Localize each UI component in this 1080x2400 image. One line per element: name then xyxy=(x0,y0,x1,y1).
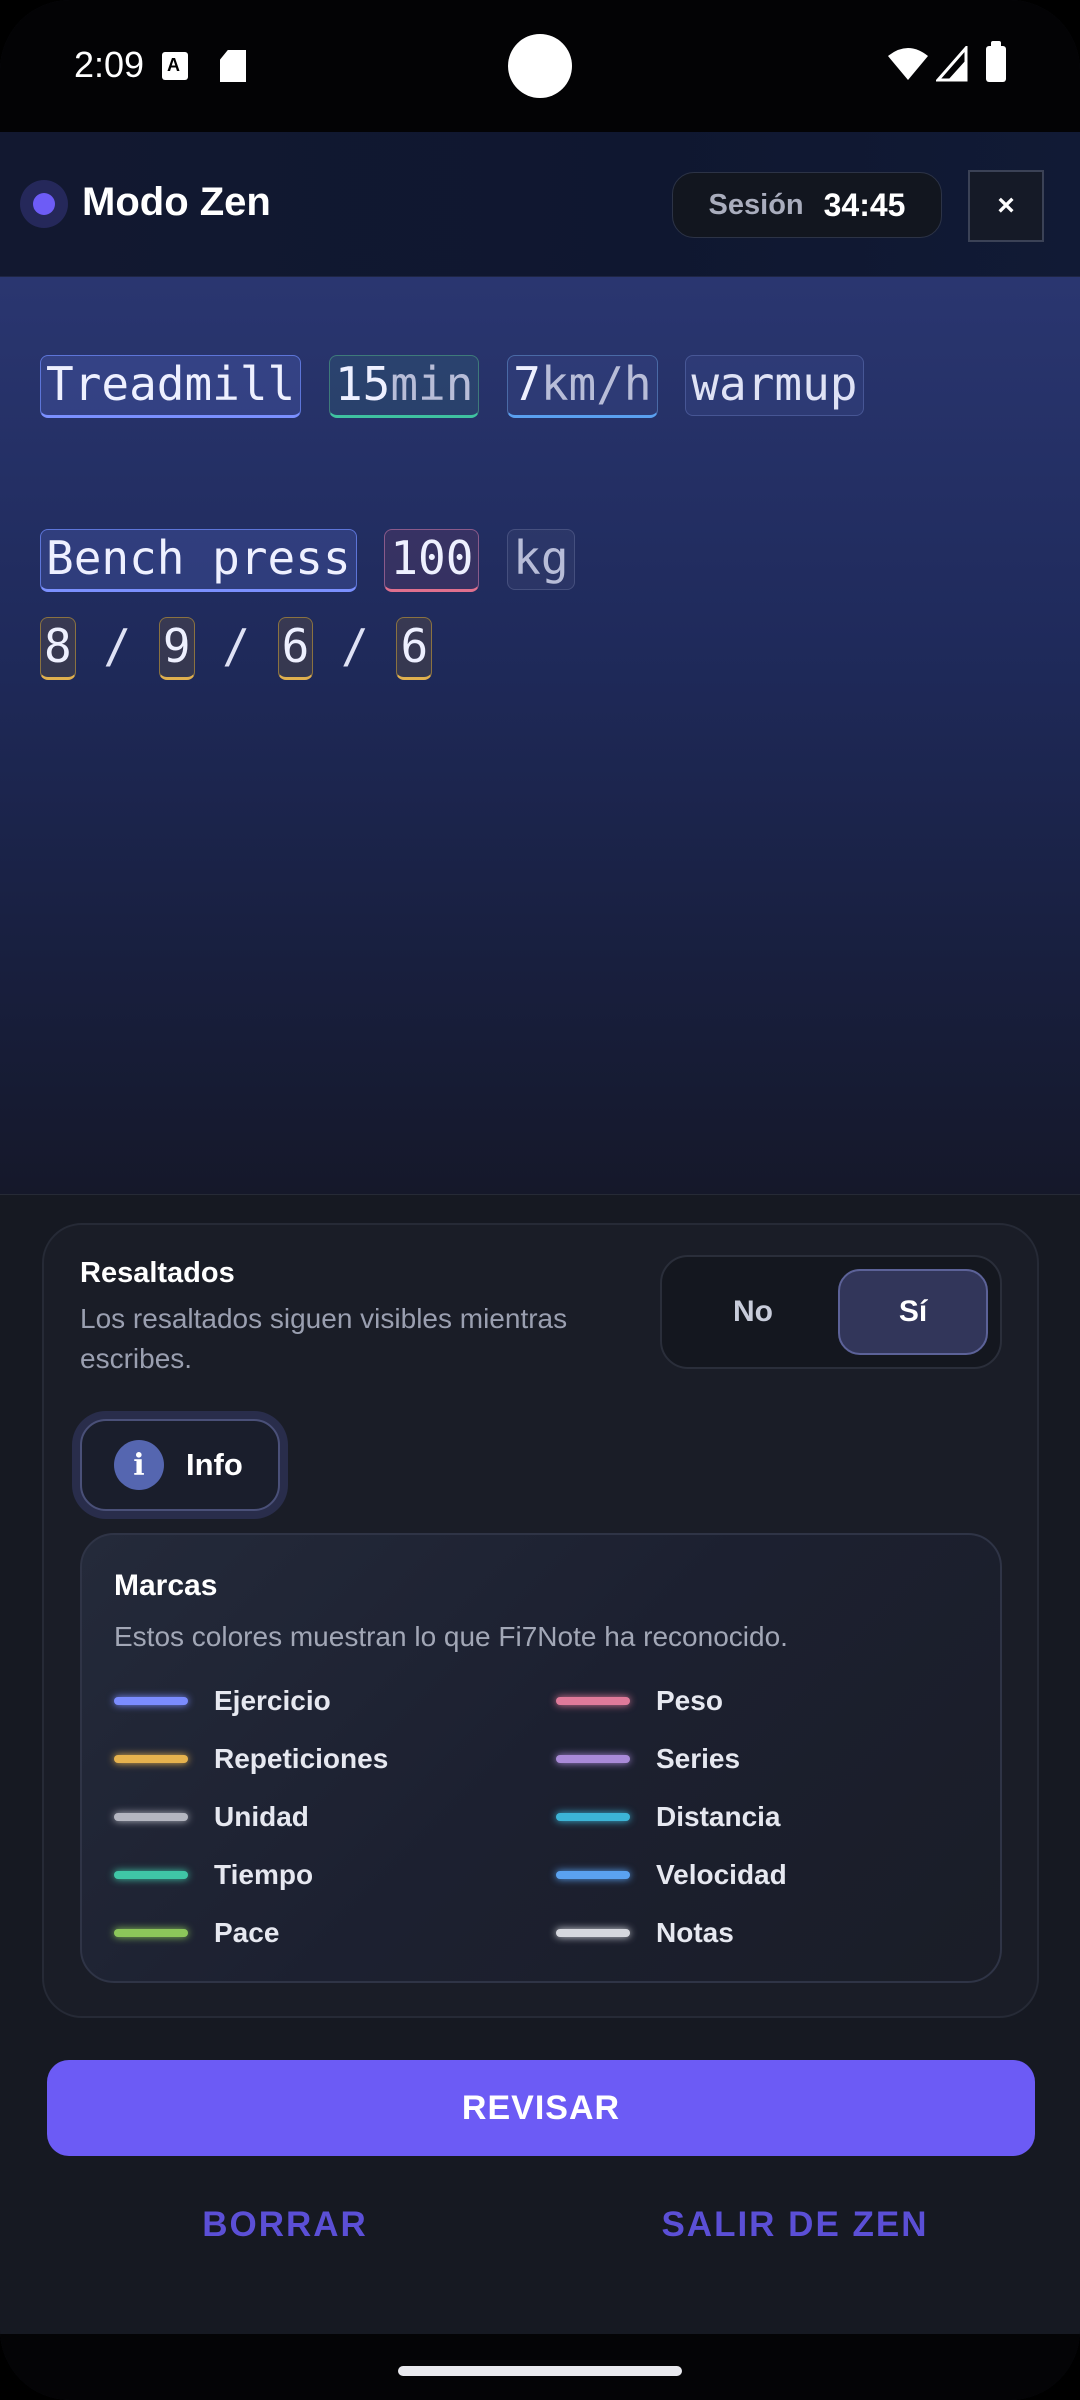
reps-separator: / xyxy=(341,619,369,673)
exit-zen-button[interactable]: SALIR DE ZEN xyxy=(620,2195,970,2255)
battery-icon xyxy=(986,41,1006,82)
legend-swatch xyxy=(556,1697,630,1705)
legend-item: Pace xyxy=(114,1913,279,1953)
highlights-description: Los resaltados siguen visibles mientras … xyxy=(80,1303,568,1374)
legend-item: Distancia xyxy=(556,1797,781,1837)
info-label: Info xyxy=(186,1447,243,1482)
token-speed: 7km/h xyxy=(507,355,658,418)
zen-header: Modo Zen Sesión 34:45 × xyxy=(0,132,1080,277)
token-reps: 8 xyxy=(40,617,76,680)
page-title: Modo Zen xyxy=(82,180,271,224)
token-exercise: Treadmill xyxy=(40,355,302,418)
editor-line-1: Treadmill 15min 7km/h warmup xyxy=(40,355,864,418)
legend-label: Series xyxy=(656,1743,741,1774)
legend-item: Notas xyxy=(556,1913,734,1953)
session-timer: Sesión 34:45 xyxy=(672,172,942,238)
token-reps: 6 xyxy=(277,617,314,680)
legend-swatch xyxy=(114,1755,188,1763)
legend-description: Estos colores muestran lo que Fi7Note ha… xyxy=(114,1621,788,1652)
reps-separator: / xyxy=(222,619,250,673)
legend-swatch xyxy=(556,1929,630,1937)
legend-item: Unidad xyxy=(114,1797,309,1837)
workout-text-editor[interactable]: Treadmill 15min 7km/h warmup Bench press… xyxy=(0,277,1080,1194)
token-time: 15min xyxy=(328,355,480,418)
highlights-toggle: No Sí xyxy=(660,1255,1002,1369)
toggle-option-si[interactable]: Sí xyxy=(838,1269,988,1355)
legend-label: Notas xyxy=(656,1917,734,1948)
signal-icon xyxy=(936,46,968,82)
editor-line-3: 8 / 9 / 6 / 6 xyxy=(40,617,433,680)
legend-label: Distancia xyxy=(656,1801,781,1832)
reps-separator: / xyxy=(103,619,132,673)
home-indicator[interactable] xyxy=(398,2366,682,2376)
review-button[interactable]: REVISAR xyxy=(47,2060,1035,2156)
legend-item: Peso xyxy=(556,1681,723,1721)
token-weight: 100 xyxy=(384,529,480,592)
token-reps: 6 xyxy=(396,617,433,680)
legend-swatch xyxy=(114,1929,188,1937)
legend-panel: Marcas Estos colores muestran lo que Fi7… xyxy=(80,1533,1002,1983)
legend-item: Ejercicio xyxy=(114,1681,331,1721)
token-time-value: 15 xyxy=(334,357,391,411)
legend-label: Pace xyxy=(214,1917,280,1948)
camera-cutout xyxy=(508,34,572,98)
info-icon: i xyxy=(114,1440,164,1490)
status-time: 2:09 xyxy=(74,44,145,85)
session-time: 34:45 xyxy=(823,186,906,223)
legend-label: Tiempo xyxy=(214,1859,314,1890)
legend-label: Peso xyxy=(656,1685,723,1716)
toggle-option-no[interactable]: No xyxy=(678,1269,828,1355)
legend-item: Tiempo xyxy=(114,1855,313,1895)
editor-line-2: Bench press 100 kg xyxy=(40,529,575,592)
token-unit: kg xyxy=(507,529,575,590)
token-reps: 9 xyxy=(158,617,195,680)
token-speed-value: 7 xyxy=(513,357,541,411)
legend-label: Velocidad xyxy=(656,1859,787,1890)
token-time-unit: min xyxy=(390,357,474,411)
close-button[interactable]: × xyxy=(968,170,1044,242)
legend-swatch xyxy=(114,1871,188,1879)
wifi-icon xyxy=(888,48,928,80)
status-bar: 2:09 xyxy=(0,0,1080,132)
legend-swatch xyxy=(114,1813,188,1821)
bottom-panel: Resaltados Los resaltados siguen visible… xyxy=(0,1194,1080,2334)
legend-item: Repeticiones xyxy=(114,1739,388,1779)
legend-swatch xyxy=(556,1871,630,1879)
token-speed-unit: km/h xyxy=(540,357,652,411)
session-label: Sesión xyxy=(708,188,804,221)
legend-swatch xyxy=(556,1755,630,1763)
token-note: warmup xyxy=(685,355,864,416)
zen-mode-indicator-icon xyxy=(20,180,68,228)
a-notification-icon xyxy=(162,52,188,80)
token-exercise: Bench press xyxy=(40,529,357,592)
legend-label: Ejercicio xyxy=(214,1685,331,1716)
phone-screen: 2:09 Modo Zen Sesión 34:45 × Treadmill 1… xyxy=(0,0,1080,2400)
info-button[interactable]: i Info xyxy=(80,1419,280,1511)
sd-card-icon xyxy=(220,50,246,82)
legend-swatch xyxy=(114,1697,188,1705)
highlights-title: Resaltados xyxy=(80,1257,235,1289)
legend-item: Series xyxy=(556,1739,740,1779)
legend-label: Unidad xyxy=(214,1801,309,1832)
legend-item: Velocidad xyxy=(556,1855,787,1895)
legend-label: Repeticiones xyxy=(214,1743,389,1774)
legend-swatch xyxy=(556,1813,630,1821)
legend-title: Marcas xyxy=(114,1569,218,1602)
clear-button[interactable]: BORRAR xyxy=(140,2195,430,2255)
